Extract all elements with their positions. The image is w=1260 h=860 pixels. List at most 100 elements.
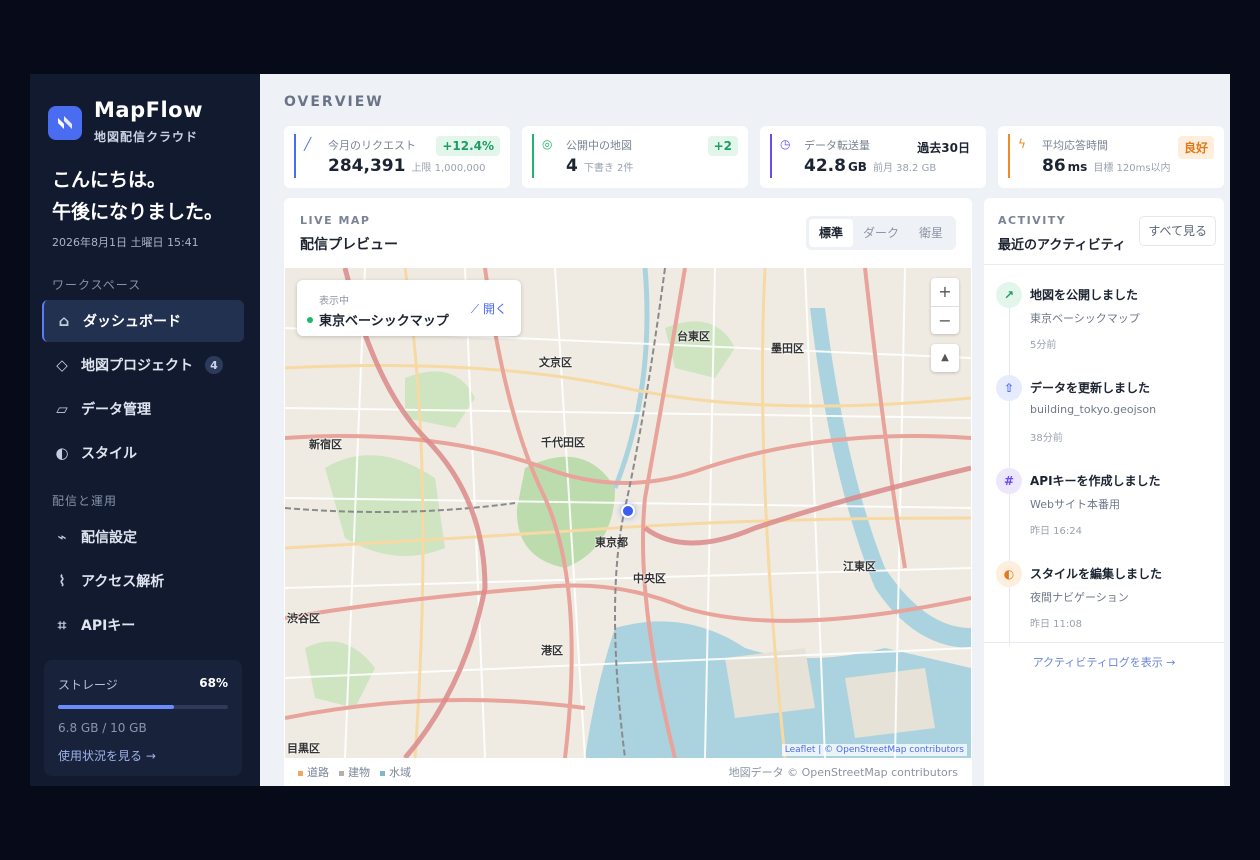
stat-card-transfer[interactable]: ◷ データ転送量 42.8 GB 前月 38.2 GB 過去30日 <box>760 126 986 188</box>
map-panel: LIVE MAP 配信プレビュー 標準 ダーク 衛星 台東区 墨田区 文京区 新… <box>284 198 972 786</box>
zoom-in-button[interactable]: + <box>931 278 959 306</box>
activity-eyebrow: ACTIVITY <box>998 214 1067 227</box>
map-legend: 道路 建物 水域 <box>298 764 411 780</box>
sidebar-item-dashboard[interactable]: ⌂ ダッシュボード <box>42 300 244 342</box>
legend-item-building: 建物 <box>339 764 370 780</box>
bolt-icon: ϟ <box>1018 137 1026 151</box>
map-data-source: 地図データ © OpenStreetMap contributors <box>728 766 958 779</box>
zoom-out-button[interactable]: − <box>931 306 959 334</box>
greeting-line1: こんにちは。 <box>52 169 167 191</box>
map-label-tokyo: 東京都 <box>595 536 628 549</box>
section-delivery: 配信と運用 <box>52 494 118 508</box>
activity-item[interactable]: ↗ 地図を公開しました 東京ベーシックマップ 5分前 <box>996 282 1216 362</box>
activity-title: スタイルを編集しました <box>1030 567 1163 581</box>
activity-detail: Webサイト本番用 <box>1030 498 1120 511</box>
map-label-bunkyo: 文京区 <box>539 356 572 369</box>
brand[interactable]: MapFlow 地図配信クラウド <box>48 98 203 145</box>
style-tab-standard[interactable]: 標準 <box>808 219 853 247</box>
map-canvas[interactable]: 台東区 墨田区 文京区 新宿区 千代田区 東京都 中央区 江東区 渋谷区 港区 … <box>285 268 971 758</box>
map-label-shinjuku: 新宿区 <box>309 438 342 451</box>
activity-time: 5分前 <box>1030 340 1057 351</box>
stat-number: 86 <box>1042 156 1066 176</box>
legend-swatch <box>380 770 385 776</box>
style-tab-dark[interactable]: ダーク <box>853 219 909 247</box>
upload-icon: ⇧ <box>996 375 1022 401</box>
stat-value: 42.8 GB 前月 38.2 GB <box>804 156 936 176</box>
stat-number: 4 <box>566 156 578 176</box>
divider <box>984 264 1224 265</box>
contrast-icon: ◐ <box>55 444 69 462</box>
activity-detail: 東京ベーシックマップ <box>1030 312 1140 325</box>
diamond-icon: ◇ <box>56 356 68 374</box>
activity-item[interactable]: ⇧ データを更新しました building_tokyo.geojson 38分前 <box>996 375 1216 455</box>
active-map-status: 表示中 <box>319 296 349 307</box>
stat-value: 4 下書き 2件 <box>566 156 633 176</box>
brand-name: MapFlow <box>94 98 203 122</box>
map-label-taito: 台東区 <box>677 330 710 343</box>
map-label-koto: 江東区 <box>843 560 876 573</box>
activity-detail: 夜間ナビゲーション <box>1030 591 1129 604</box>
activity-title: APIキーを作成しました <box>1030 474 1161 488</box>
sidebar-item-analytics[interactable]: ⌇ アクセス解析 <box>42 560 244 602</box>
map-title: 配信プレビュー <box>300 237 398 253</box>
map-label-sumida: 墨田区 <box>771 342 804 355</box>
legend-label: 建物 <box>348 766 370 779</box>
sidebar-item-label: 配信設定 <box>81 530 137 546</box>
storage-percent: 68% <box>199 676 228 690</box>
legend-swatch <box>339 770 344 776</box>
publish-icon: ↗ <box>996 282 1022 308</box>
stat-label: 平均応答時間 <box>1042 139 1108 152</box>
storage-label: ストレージ <box>58 678 118 692</box>
map-label-chiyoda: 千代田区 <box>541 436 585 449</box>
sidebar-item-label: APIキー <box>81 618 136 634</box>
style-tab-satellite[interactable]: 衛星 <box>909 219 953 247</box>
activity-item[interactable]: ◐ スタイルを編集しました 夜間ナビゲーション 昨日 11:08 <box>996 561 1216 641</box>
greeting: こんにちは。 午後になりました。 <box>52 164 223 228</box>
stat-value: 86 ms 目標 120ms以内 <box>1042 156 1171 176</box>
overview-heading: OVERVIEW <box>284 94 384 110</box>
sidebar-item-label: データ管理 <box>81 402 151 418</box>
sidebar-item-style[interactable]: ◐ スタイル <box>42 432 244 474</box>
compass-icon[interactable]: ▲ <box>931 344 959 372</box>
usage-link[interactable]: 使用状況を見る → <box>58 747 228 764</box>
activity-time: 昨日 11:08 <box>1030 619 1082 630</box>
view-all-button[interactable]: すべて見る <box>1139 216 1216 246</box>
sidebar-item-label: ダッシュボード <box>83 314 181 330</box>
map-label-shibuya: 渋谷区 <box>287 612 320 625</box>
stat-accent <box>294 134 296 178</box>
storage-panel: ストレージ 68% 6.8 GB / 10 GB 使用状況を見る → <box>44 660 242 776</box>
sidebar: MapFlow 地図配信クラウド こんにちは。 午後になりました。 2026年8… <box>30 74 260 786</box>
contrast-icon: ◐ <box>996 561 1022 587</box>
stat-number: 42.8 <box>804 156 846 176</box>
project-count-badge: 4 <box>205 356 223 374</box>
activity-title: 地図を公開しました <box>1030 288 1139 302</box>
activity-item[interactable]: # APIキーを作成しました Webサイト本番用 昨日 16:24 <box>996 468 1216 548</box>
sidebar-item-delivery-settings[interactable]: ⌁ 配信設定 <box>42 516 244 558</box>
stat-card-maps[interactable]: ◎ 公開中の地図 4 下書き 2件 +2 <box>522 126 748 188</box>
activity-log-link[interactable]: アクティビティログを表示 → <box>984 654 1224 670</box>
signal-icon: ⌁ <box>57 528 67 546</box>
hash-icon: # <box>996 468 1022 494</box>
stat-accent <box>532 134 534 178</box>
map-style-switcher: 標準 ダーク 衛星 <box>805 216 956 250</box>
sidebar-item-map-projects[interactable]: ◇ 地図プロジェクト 4 <box>42 344 244 386</box>
sidebar-item-data[interactable]: ▱ データ管理 <box>42 388 244 430</box>
stat-tag: 良好 <box>1177 136 1214 159</box>
stat-tag: +12.4% <box>436 136 500 156</box>
stat-tag: +2 <box>707 136 738 156</box>
open-map-button[interactable]: ⟋ 開く <box>471 300 507 317</box>
stat-card-latency[interactable]: ϟ 平均応答時間 86 ms 目標 120ms以内 良好 <box>998 126 1224 188</box>
legend-swatch <box>298 770 303 776</box>
legend-item-road: 道路 <box>298 764 329 780</box>
sidebar-item-api-keys[interactable]: ⌗ APIキー <box>42 604 244 646</box>
location-pin-icon[interactable] <box>621 504 635 518</box>
map-label-minato: 港区 <box>541 644 563 657</box>
storage-progress-bar <box>58 705 228 709</box>
layers-icon: ▱ <box>56 400 68 418</box>
stat-unit: GB <box>847 160 867 174</box>
stat-card-requests[interactable]: ╱ 今月のリクエスト 284,391 上限 1,000,000 +12.4% <box>284 126 510 188</box>
map-attribution[interactable]: Leaflet | © OpenStreetMap contributors <box>781 744 967 756</box>
divider <box>984 642 1224 643</box>
stat-label: 今月のリクエスト <box>328 139 416 152</box>
stat-value: 284,391 上限 1,000,000 <box>328 156 486 176</box>
